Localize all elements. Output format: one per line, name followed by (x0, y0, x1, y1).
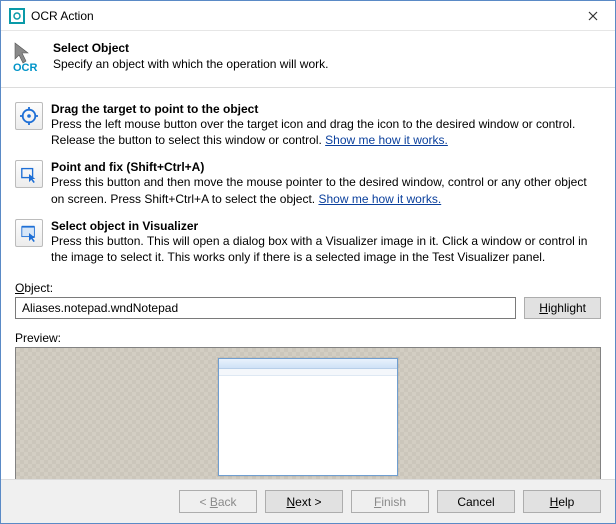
drag-how-it-works-link[interactable]: Show me how it works. (325, 133, 448, 147)
help-button[interactable]: Help (523, 490, 601, 513)
visualizer-button[interactable] (15, 219, 43, 247)
option-visualizer: Select object in Visualizer Press this b… (15, 219, 601, 265)
highlight-button[interactable]: Highlight (524, 297, 601, 319)
ocr-action-dialog: OCR Action OCR Select Object Specify an … (0, 0, 616, 524)
header-text-block: Select Object Specify an object with whi… (53, 41, 328, 71)
crosshair-icon (20, 107, 38, 125)
drag-target-button[interactable] (15, 102, 43, 130)
page-subtitle: Specify an object with which the operati… (53, 57, 328, 71)
finish-button: Finish (351, 490, 429, 513)
preview-thumb-titlebar (219, 359, 397, 369)
point-how-it-works-link[interactable]: Show me how it works. (318, 192, 441, 206)
point-fix-icon (20, 165, 38, 183)
option-point-and-fix: Point and fix (Shift+Ctrl+A) Press this … (15, 160, 601, 206)
body: Drag the target to point to the object P… (1, 88, 615, 479)
cancel-button[interactable]: Cancel (437, 490, 515, 513)
preview-panel (15, 347, 601, 479)
titlebar: OCR Action (1, 1, 615, 31)
ocr-icon-label: OCR (13, 62, 38, 73)
window-title: OCR Action (31, 9, 570, 23)
option-point-title: Point and fix (Shift+Ctrl+A) (51, 160, 204, 174)
option-point-desc: Press this button and then move the mous… (51, 174, 601, 206)
wizard-footer: < Back Next > Finish Cancel Help (1, 479, 615, 523)
preview-thumb-menubar (219, 369, 397, 376)
point-and-fix-button[interactable] (15, 160, 43, 188)
option-drag-title: Drag the target to point to the object (51, 102, 258, 116)
option-drag-target: Drag the target to point to the object P… (15, 102, 601, 148)
object-input[interactable] (15, 297, 516, 319)
window-close-button[interactable] (570, 1, 615, 30)
option-drag-desc-text: Press the left mouse button over the tar… (51, 117, 575, 147)
next-button[interactable]: Next > (265, 490, 343, 513)
app-icon (9, 8, 25, 24)
back-button: < Back (179, 490, 257, 513)
option-visualizer-desc: Press this button. This will open a dial… (51, 233, 601, 265)
preview-label: Preview: (15, 331, 601, 345)
preview-thumbnail (218, 358, 398, 476)
visualizer-icon (20, 224, 38, 242)
ocr-cursor-icon: OCR (11, 41, 43, 73)
option-drag-desc: Press the left mouse button over the tar… (51, 116, 601, 148)
page-title: Select Object (53, 41, 129, 55)
option-visualizer-title: Select object in Visualizer (51, 219, 198, 233)
page-header: OCR Select Object Specify an object with… (1, 31, 615, 88)
object-label: Object: (15, 281, 601, 295)
object-row: Highlight (15, 297, 601, 319)
